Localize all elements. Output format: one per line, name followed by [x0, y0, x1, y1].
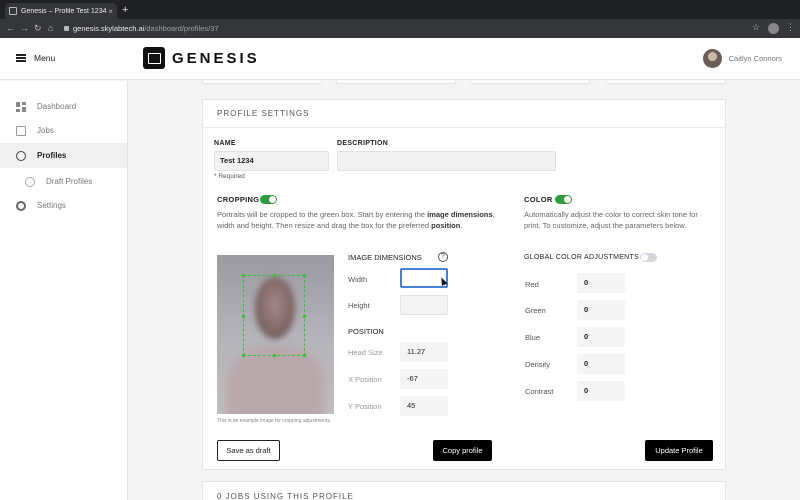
brand-logo[interactable]: GENESIS [143, 47, 260, 69]
required-note: * Required [214, 173, 245, 180]
summary-card [470, 80, 590, 84]
cropping-title: CROPPING [217, 195, 260, 204]
profiles-icon [16, 150, 26, 161]
jobs-section-title: 0 JOBS USING THIS PROFILE [217, 492, 354, 500]
bookmark-star-icon[interactable]: ☆ [752, 22, 760, 33]
red-label: Red [525, 280, 539, 289]
head-size-input[interactable]: 11.27 [400, 342, 448, 362]
sidebar-item-label: Settings [37, 201, 66, 210]
copy-profile-button[interactable]: Copy profile [433, 440, 492, 461]
image-caption: This is an example image for cropping ad… [217, 418, 332, 424]
color-toggle[interactable] [555, 195, 572, 204]
color-description: Automatically adjust the color to correc… [524, 210, 698, 230]
name-label: NAME [214, 140, 236, 147]
help-icon[interactable]: ? [438, 252, 448, 262]
summary-card [606, 80, 726, 84]
user-name: Caitlyn Connors [728, 54, 782, 63]
x-position-label: X Position [348, 375, 382, 384]
description-label: DESCRIPTION [337, 140, 389, 147]
new-tab-icon[interactable]: + [122, 3, 128, 17]
brand-name: GENESIS [172, 49, 260, 67]
position-title: POSITION [348, 327, 384, 336]
blue-input[interactable]: 0 [577, 327, 625, 347]
cropping-description: Portraits will be cropped to the green b… [217, 210, 495, 230]
summary-card [336, 80, 456, 84]
height-input[interactable] [400, 295, 448, 315]
tab-close-icon[interactable]: × [108, 7, 113, 16]
sidebar-item-dashboard[interactable]: Dashboard [0, 94, 127, 119]
sidebar-item-label: Dashboard [37, 102, 77, 111]
browser-menu-icon[interactable]: ⋮ [786, 22, 795, 33]
favicon-icon [9, 7, 17, 15]
hamburger-icon [16, 54, 26, 62]
sidebar-item-jobs[interactable]: Jobs [0, 118, 127, 143]
density-input[interactable]: 0 [577, 354, 625, 374]
browser-profile-icon[interactable] [768, 23, 779, 34]
red-input[interactable]: 0 [577, 273, 625, 293]
sidebar-item-label: Profiles [37, 151, 67, 160]
jobs-using-profile-card: 0 JOBS USING THIS PROFILE [202, 481, 726, 500]
save-draft-button[interactable]: Save as draft [217, 440, 280, 461]
url-host: genesis.skylabtech.ai [73, 24, 145, 33]
draft-profiles-icon [25, 176, 35, 187]
image-dimensions-title: IMAGE DIMENSIONS [348, 253, 422, 262]
user-menu[interactable]: Caitlyn Connors [702, 49, 782, 68]
global-color-label: GLOBAL COLOR ADJUSTMENTS [524, 254, 640, 261]
y-position-input[interactable]: 45 [400, 396, 448, 416]
jobs-icon [16, 125, 26, 136]
crop-box[interactable] [242, 274, 306, 357]
blue-label: Blue [525, 333, 541, 342]
back-icon[interactable]: ← [6, 23, 15, 33]
url-path: /dashboard/profiles/37 [144, 24, 219, 33]
summary-card [202, 80, 322, 84]
sidebar-item-label: Draft Profiles [46, 177, 93, 186]
menu-button[interactable]: Menu [16, 53, 55, 63]
description-field[interactable] [337, 151, 556, 171]
summary-cards [200, 80, 730, 84]
browser-tab[interactable]: Genesis – Profile Test 1234 × [5, 3, 117, 19]
genesis-logo-icon [143, 47, 165, 69]
home-icon[interactable]: ⌂ [48, 23, 53, 33]
x-position-input[interactable]: -67 [400, 369, 448, 389]
contrast-label: Contrast [525, 387, 554, 396]
sidebar-item-draft-profiles[interactable]: Draft Profiles [0, 169, 127, 194]
green-input[interactable]: 0 [577, 300, 625, 320]
browser-tab-title: Genesis – Profile Test 1234 [21, 7, 107, 15]
sidebar-item-profiles[interactable]: Profiles [0, 143, 127, 168]
width-label: Width [348, 275, 368, 284]
profile-settings-card: PROFILE SETTINGS NAME Test 1234 * Requir… [202, 99, 726, 470]
name-field[interactable]: Test 1234 [214, 151, 329, 171]
forward-icon[interactable]: → [20, 23, 29, 33]
app-header: Menu GENESIS Caitlyn Connors [0, 38, 800, 80]
avatar [702, 49, 722, 68]
update-profile-button[interactable]: Update Profile [645, 440, 713, 461]
sidebar-item-label: Jobs [37, 126, 54, 135]
dashboard-icon [16, 101, 26, 112]
color-title: COLOR [524, 195, 553, 204]
lock-icon [64, 26, 69, 31]
sidebar-item-settings[interactable]: Settings [0, 193, 127, 218]
contrast-input[interactable]: 0 [577, 381, 625, 401]
menu-label: Menu [34, 53, 56, 63]
url-field[interactable]: genesis.skylabtech.ai/dashboard/profiles… [64, 23, 219, 34]
head-size-label: Head Size [348, 348, 383, 357]
height-label: Height [348, 301, 370, 310]
green-label: Green [525, 306, 546, 315]
global-color-toggle[interactable] [640, 253, 657, 262]
cropping-toggle[interactable] [260, 195, 277, 204]
reload-icon[interactable]: ↻ [34, 23, 42, 33]
sidebar: Dashboard Jobs Profiles Draft Profiles S… [0, 81, 128, 500]
gear-icon [16, 200, 26, 211]
y-position-label: Y Position [348, 402, 382, 411]
crop-example-image [217, 255, 334, 414]
browser-tab-bar: Genesis – Profile Test 1234 × + [0, 0, 800, 19]
card-title: PROFILE SETTINGS [203, 100, 725, 128]
density-label: Density [525, 360, 551, 369]
browser-address-bar: ← → ↻ ⌂ genesis.skylabtech.ai/dashboard/… [0, 19, 800, 38]
